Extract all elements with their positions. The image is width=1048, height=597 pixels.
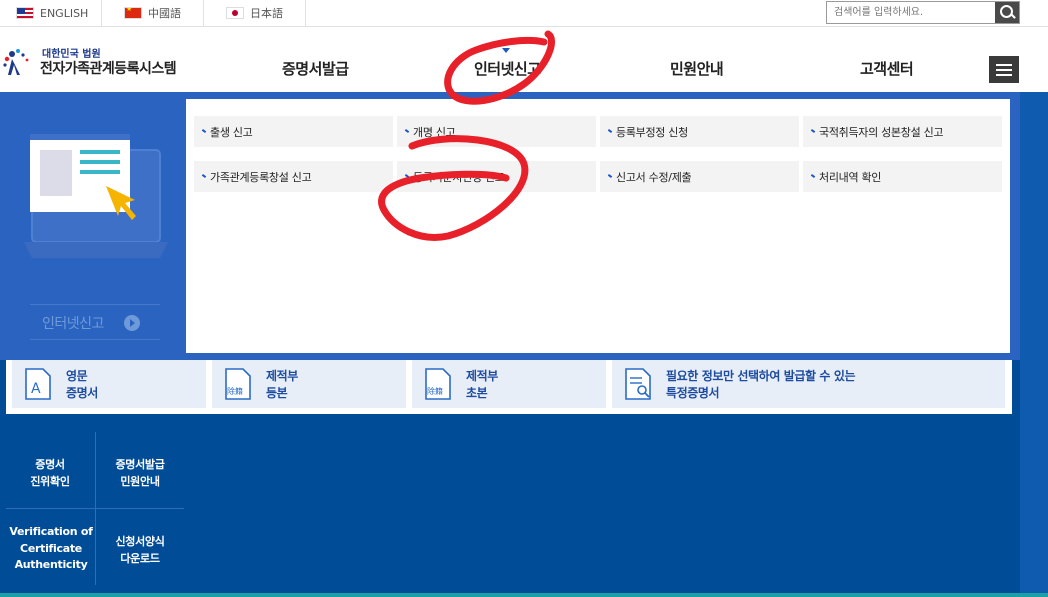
active-nav-caret-icon (502, 48, 510, 53)
cert-label-1: 제적부 (266, 369, 298, 383)
site-logo[interactable]: 대한민국 법원 전자가족관계등록시스템 (2, 43, 192, 79)
divider (6, 508, 184, 509)
search-input[interactable] (827, 2, 995, 23)
nav-customer-center[interactable]: 고객센터 (860, 58, 914, 79)
menu-item-base-address-change[interactable]: 등록기준지변경 신고 (397, 161, 596, 192)
quick-link-line: 진위확인 (30, 475, 70, 488)
svg-text:A: A (31, 381, 41, 397)
quick-link-line: Authenticity (14, 558, 88, 571)
internet-report-dropdown: 인터넷신고 출생 신고 개명 신고 등록부정정 신청 국적취득자의 성본창설 신… (0, 92, 1020, 360)
bottom-accent-line (0, 593, 1048, 597)
issue-guide-link[interactable]: 증명서발급 민원안내 (98, 456, 182, 490)
lang-japanese-link[interactable]: 日本語 (204, 0, 306, 26)
menu-item-birth-report[interactable]: 출생 신고 (194, 116, 393, 147)
divider (30, 339, 160, 340)
form-download-link[interactable]: 신청서양식 다운로드 (98, 533, 182, 567)
nav-civil-guide[interactable]: 민원안내 (670, 58, 724, 79)
svg-text:除籍: 除籍 (227, 386, 243, 396)
lang-chinese-link[interactable]: 中國語 (102, 0, 204, 26)
side-stripe (1020, 92, 1048, 597)
system-name: 전자가족관계등록시스템 (40, 61, 177, 77)
main-header: 대한민국 법원 전자가족관계등록시스템 증명서발급 인터넷신고 민원안내 고객센… (0, 27, 1048, 92)
cert-label-1: 필요한 정보만 선택하여 발급할 수 있는 (666, 369, 856, 383)
lang-english-label: ENGLISH (40, 6, 89, 20)
specific-certificate-button[interactable]: 필요한 정보만 선택하여 발급할 수 있는 특정증명서 (612, 358, 1005, 408)
certificate-authenticity-link[interactable]: 증명서 진위확인 (8, 456, 92, 490)
menu-item-name-change-report[interactable]: 개명 신고 (397, 116, 596, 147)
removed-register-extract-button[interactable]: 除籍 제적부 초본 (412, 358, 606, 408)
removed-register-copy-button[interactable]: 除籍 제적부 등본 (212, 358, 406, 408)
arrow-right-circle-icon[interactable] (124, 315, 140, 331)
nav-certificate-issue[interactable]: 증명서발급 (282, 58, 349, 79)
lang-english-link[interactable]: ENGLISH (0, 0, 102, 26)
dropdown-items-panel: 출생 신고 개명 신고 등록부정정 신청 국적취득자의 성본창설 신고 가족관계… (186, 99, 1010, 353)
laptop-illustration-icon (24, 134, 168, 258)
divider (30, 304, 160, 305)
cert-label-1: 영문 (66, 369, 88, 383)
cert-label-2: 초본 (466, 386, 488, 400)
quick-link-line: 다운로드 (120, 552, 160, 565)
menu-item-family-register-creation[interactable]: 가족관계등록창설 신고 (194, 161, 393, 192)
cert-label-1: 제적부 (466, 369, 498, 383)
dropdown-side-label: 인터넷신고 (42, 316, 104, 332)
cert-label-2: 증명서 (66, 386, 98, 400)
quick-link-line: 신청서양식 (115, 535, 165, 548)
court-emblem-icon (3, 49, 29, 75)
lang-japanese-label: 日本語 (250, 7, 283, 20)
removed-register-icon: 除籍 (225, 368, 251, 400)
language-bar: ENGLISH 中國語 日本語 (0, 0, 1048, 27)
search-box (826, 1, 1020, 24)
quick-link-line: 증명서 (35, 458, 65, 471)
verification-english-link[interactable]: Verification of Certificate Authenticity (6, 524, 96, 574)
quick-link-line: 증명서발급 (115, 458, 165, 471)
document-search-icon (625, 368, 651, 400)
china-flag-icon (124, 7, 142, 19)
menu-item-report-edit-submit[interactable]: 신고서 수정/제출 (600, 161, 799, 192)
hamburger-menu-icon[interactable] (989, 56, 1019, 83)
quick-link-line: Verification of (9, 525, 93, 538)
quick-link-line: Certificate (20, 541, 82, 555)
nav-internet-report[interactable]: 인터넷신고 (474, 58, 541, 79)
removed-register-icon: 除籍 (425, 368, 451, 400)
lang-chinese-label: 中國語 (148, 7, 181, 20)
menu-item-surname-origin-report[interactable]: 국적취득자의 성본창설 신고 (803, 116, 1002, 147)
japan-flag-icon (226, 7, 244, 19)
divider (95, 432, 96, 508)
us-flag-icon (16, 7, 34, 19)
menu-item-processing-history[interactable]: 처리내역 확인 (803, 161, 1002, 192)
english-certificate-button[interactable]: A 영문 증명서 (12, 358, 206, 408)
english-certificate-icon: A (25, 368, 51, 400)
page-root: { "languages": [ {"label": "ENGLISH", "f… (0, 0, 1048, 597)
menu-item-register-correction[interactable]: 등록부정정 신청 (600, 116, 799, 147)
search-icon[interactable] (995, 2, 1019, 23)
cert-label-2: 등본 (266, 386, 288, 400)
cert-label-2: 특정증명서 (666, 386, 720, 400)
svg-text:除籍: 除籍 (427, 386, 443, 396)
quick-link-line: 민원안내 (120, 475, 160, 488)
